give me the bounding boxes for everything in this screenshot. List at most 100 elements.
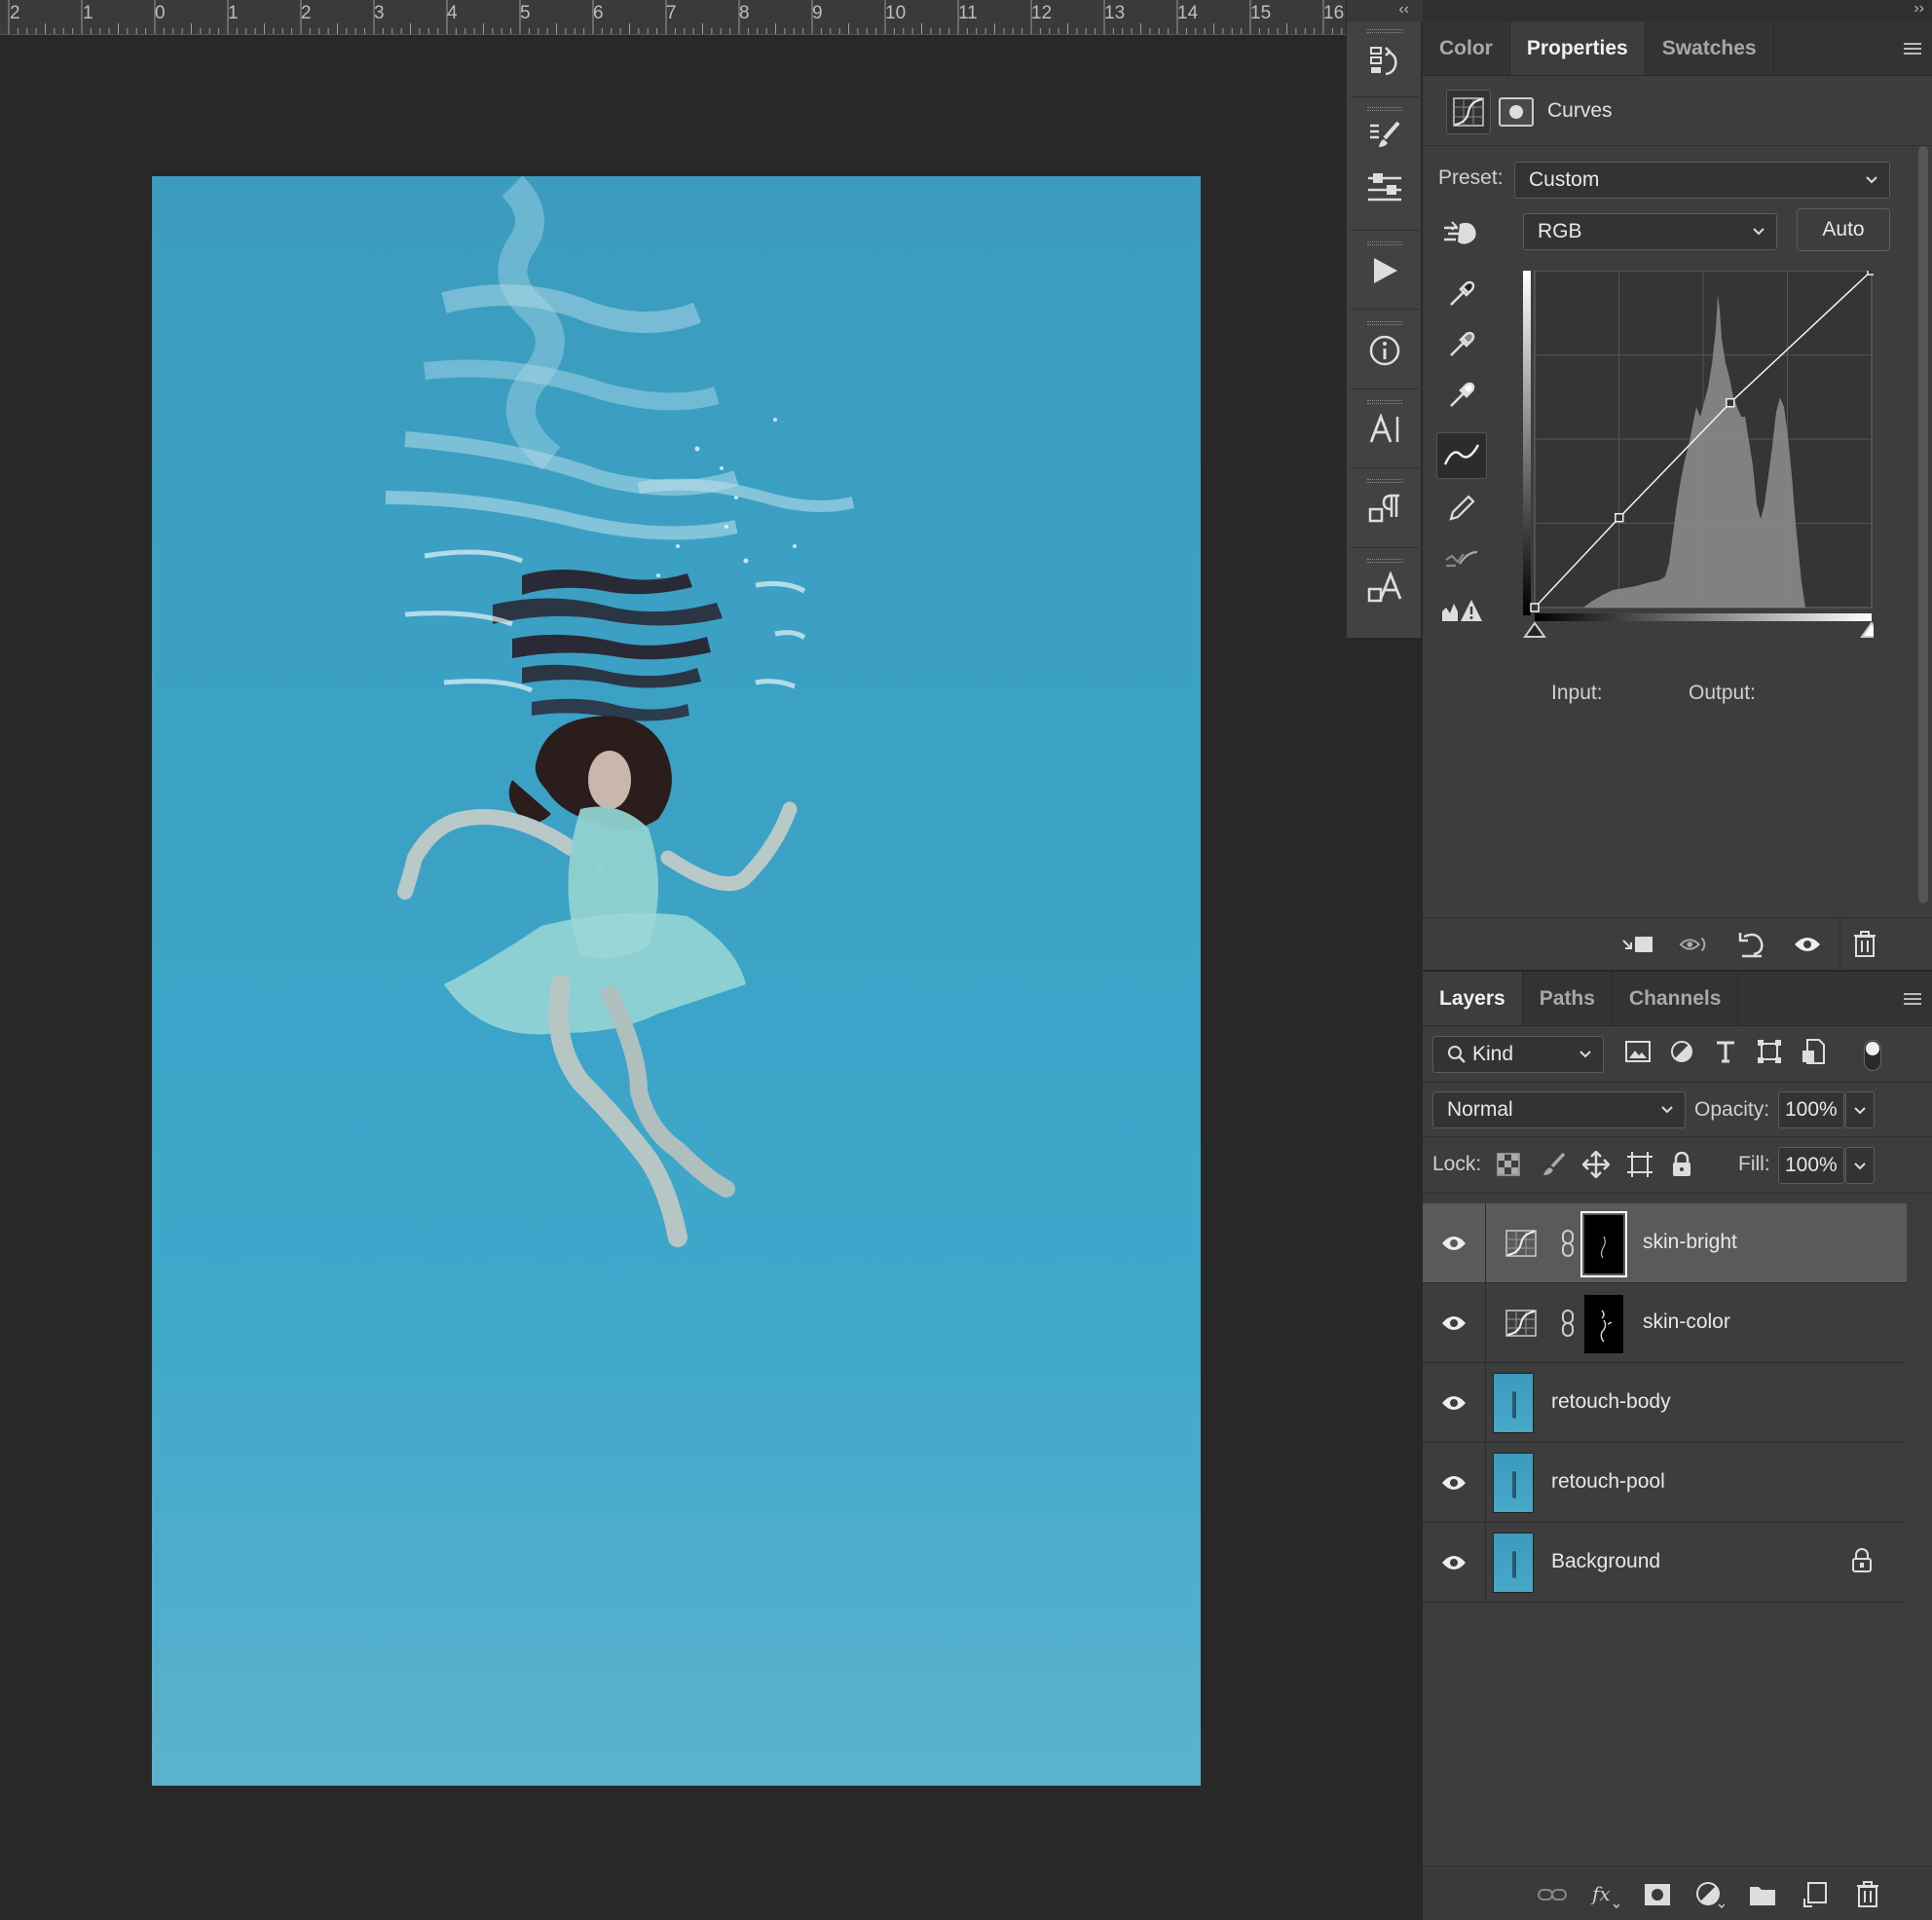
horizontal-ruler[interactable]: 2 1 0 1 2 3 4 5 6 7 8 9 10 11 12 13 14 1… bbox=[0, 0, 1346, 35]
collapse-panels-button[interactable]: ‹‹ bbox=[1347, 0, 1423, 21]
layer-row-retouch-pool[interactable]: retouch-pool bbox=[1423, 1443, 1907, 1523]
expand-panels-button[interactable]: ›› bbox=[1913, 0, 1924, 18]
channel-dropdown[interactable]: RGB bbox=[1523, 213, 1777, 250]
layer-thumbnail[interactable] bbox=[1493, 1373, 1534, 1433]
sample-gray-point-eyedropper-icon[interactable] bbox=[1436, 321, 1487, 368]
ruler-label: 13 bbox=[1104, 3, 1126, 23]
tab-layers[interactable]: Layers bbox=[1423, 972, 1523, 1025]
tab-channels[interactable]: Channels bbox=[1613, 972, 1739, 1025]
panel-menu-icon[interactable] bbox=[1893, 21, 1932, 75]
layer-row-skin-bright[interactable]: skin-bright bbox=[1423, 1203, 1907, 1283]
layer-styles-fx-icon[interactable]: fx bbox=[1588, 1878, 1621, 1911]
new-adjustment-layer-icon[interactable] bbox=[1693, 1878, 1727, 1911]
paragraph-styles-icon[interactable] bbox=[1347, 483, 1423, 534]
character-icon[interactable] bbox=[1347, 404, 1423, 455]
tool-group-character bbox=[1347, 400, 1423, 455]
opacity-input[interactable]: 100% bbox=[1778, 1091, 1844, 1128]
layer-visibility-eye-icon[interactable] bbox=[1438, 1548, 1469, 1577]
filter-shape-layers-icon[interactable] bbox=[1754, 1036, 1785, 1067]
brush-settings-icon[interactable] bbox=[1347, 111, 1423, 162]
filter-type-layers-icon[interactable] bbox=[1710, 1036, 1741, 1067]
delete-layer-trash-icon[interactable] bbox=[1851, 1878, 1884, 1911]
layer-lock-icon[interactable] bbox=[1851, 1548, 1873, 1578]
white-point-slider[interactable] bbox=[1860, 621, 1874, 638]
layer-mask-thumbnail[interactable] bbox=[1580, 1211, 1627, 1277]
black-point-slider[interactable] bbox=[1523, 621, 1546, 638]
layer-mask-icon[interactable] bbox=[1499, 97, 1534, 127]
preset-dropdown[interactable]: Custom bbox=[1514, 162, 1890, 199]
layer-name[interactable]: skin-bright bbox=[1643, 1231, 1737, 1254]
curve-points-tool-icon[interactable] bbox=[1436, 432, 1487, 479]
filter-adjustment-layers-icon[interactable] bbox=[1666, 1036, 1697, 1067]
clipping-warning-icon[interactable] bbox=[1436, 586, 1487, 633]
tab-swatches[interactable]: Swatches bbox=[1646, 21, 1774, 75]
layer-row-background[interactable]: Background bbox=[1423, 1523, 1907, 1603]
pencil-draw-curve-icon[interactable] bbox=[1436, 485, 1487, 532]
sample-black-point-eyedropper-icon[interactable] bbox=[1436, 271, 1487, 317]
history-icon[interactable] bbox=[1347, 33, 1423, 88]
mask-link-chain-icon[interactable] bbox=[1560, 1229, 1576, 1258]
lock-transparent-pixels-icon[interactable] bbox=[1493, 1149, 1524, 1180]
info-icon[interactable] bbox=[1347, 325, 1423, 376]
blend-mode-dropdown[interactable]: Normal bbox=[1432, 1091, 1686, 1128]
toggle-visibility-eye-icon[interactable] bbox=[1791, 928, 1824, 961]
layer-row-skin-color[interactable]: skin-color bbox=[1423, 1283, 1907, 1363]
curves-layer-icon[interactable] bbox=[1505, 1307, 1538, 1340]
ruler-label: 3 bbox=[374, 3, 385, 23]
clip-to-layer-icon[interactable] bbox=[1621, 928, 1654, 961]
properties-scrollbar[interactable] bbox=[1918, 146, 1928, 904]
filter-smart-objects-icon[interactable] bbox=[1798, 1036, 1829, 1067]
fill-input[interactable]: 100% bbox=[1778, 1147, 1844, 1184]
tab-paths[interactable]: Paths bbox=[1523, 972, 1613, 1025]
fill-slider-toggle[interactable] bbox=[1845, 1147, 1875, 1184]
layer-name[interactable]: skin-color bbox=[1643, 1311, 1730, 1334]
photo-underwater-dancer[interactable] bbox=[152, 176, 1201, 1786]
layer-visibility-eye-icon[interactable] bbox=[1438, 1388, 1469, 1418]
layer-thumbnail[interactable] bbox=[1493, 1532, 1534, 1593]
lock-image-pixels-icon[interactable] bbox=[1538, 1149, 1569, 1180]
lock-all-icon[interactable] bbox=[1666, 1149, 1697, 1180]
layer-name[interactable]: retouch-body bbox=[1551, 1390, 1671, 1414]
layer-mask-thumbnail[interactable] bbox=[1584, 1295, 1623, 1353]
curves-graph[interactable] bbox=[1523, 271, 1874, 656]
filter-pixel-layers-icon[interactable] bbox=[1622, 1036, 1653, 1067]
panel-menu-icon[interactable] bbox=[1893, 972, 1932, 1025]
curves-layer-icon[interactable] bbox=[1505, 1227, 1538, 1260]
character-styles-icon[interactable] bbox=[1347, 563, 1423, 613]
delete-adjustment-trash-icon[interactable] bbox=[1848, 928, 1881, 961]
smooth-curve-icon[interactable] bbox=[1436, 535, 1487, 582]
layer-thumbnail[interactable] bbox=[1493, 1453, 1534, 1513]
reset-icon[interactable] bbox=[1734, 928, 1767, 961]
layer-visibility-eye-icon[interactable] bbox=[1438, 1229, 1469, 1258]
link-layers-icon[interactable] bbox=[1536, 1878, 1569, 1911]
curve-control-point[interactable] bbox=[1726, 397, 1735, 408]
curve-control-point[interactable] bbox=[1530, 603, 1540, 612]
adjust-sliders-icon[interactable] bbox=[1347, 162, 1423, 212]
new-group-folder-icon[interactable] bbox=[1746, 1878, 1779, 1911]
tab-properties[interactable]: Properties bbox=[1509, 21, 1646, 75]
filter-kind-dropdown[interactable]: Kind bbox=[1432, 1036, 1604, 1073]
mask-link-chain-icon[interactable] bbox=[1560, 1309, 1576, 1338]
sample-white-point-eyedropper-icon[interactable] bbox=[1436, 372, 1487, 419]
layer-visibility-eye-icon[interactable] bbox=[1438, 1468, 1469, 1497]
curve-control-point[interactable] bbox=[1615, 512, 1624, 523]
curves-adjustment-icon[interactable] bbox=[1446, 90, 1491, 134]
filter-toggle-switch[interactable] bbox=[1864, 1040, 1881, 1071]
layer-name[interactable]: retouch-pool bbox=[1551, 1470, 1665, 1494]
curve-control-point[interactable] bbox=[1867, 271, 1874, 276]
layer-visibility-eye-icon[interactable] bbox=[1438, 1309, 1469, 1338]
lock-position-icon[interactable] bbox=[1580, 1149, 1612, 1180]
auto-button[interactable]: Auto bbox=[1797, 208, 1890, 251]
document-canvas[interactable] bbox=[0, 36, 1346, 1920]
layer-row-retouch-body[interactable]: retouch-body bbox=[1423, 1363, 1907, 1443]
play-actions-icon[interactable] bbox=[1347, 245, 1423, 296]
properties-footer bbox=[1423, 917, 1932, 969]
view-previous-state-icon[interactable] bbox=[1678, 928, 1711, 961]
layer-name[interactable]: Background bbox=[1551, 1550, 1660, 1573]
lock-artboard-icon[interactable] bbox=[1624, 1149, 1655, 1180]
add-layer-mask-icon[interactable] bbox=[1641, 1878, 1674, 1911]
tab-color[interactable]: Color bbox=[1423, 21, 1510, 75]
opacity-slider-toggle[interactable] bbox=[1845, 1091, 1875, 1128]
new-layer-icon[interactable] bbox=[1799, 1878, 1832, 1911]
on-image-adjustment-icon[interactable] bbox=[1436, 210, 1487, 257]
